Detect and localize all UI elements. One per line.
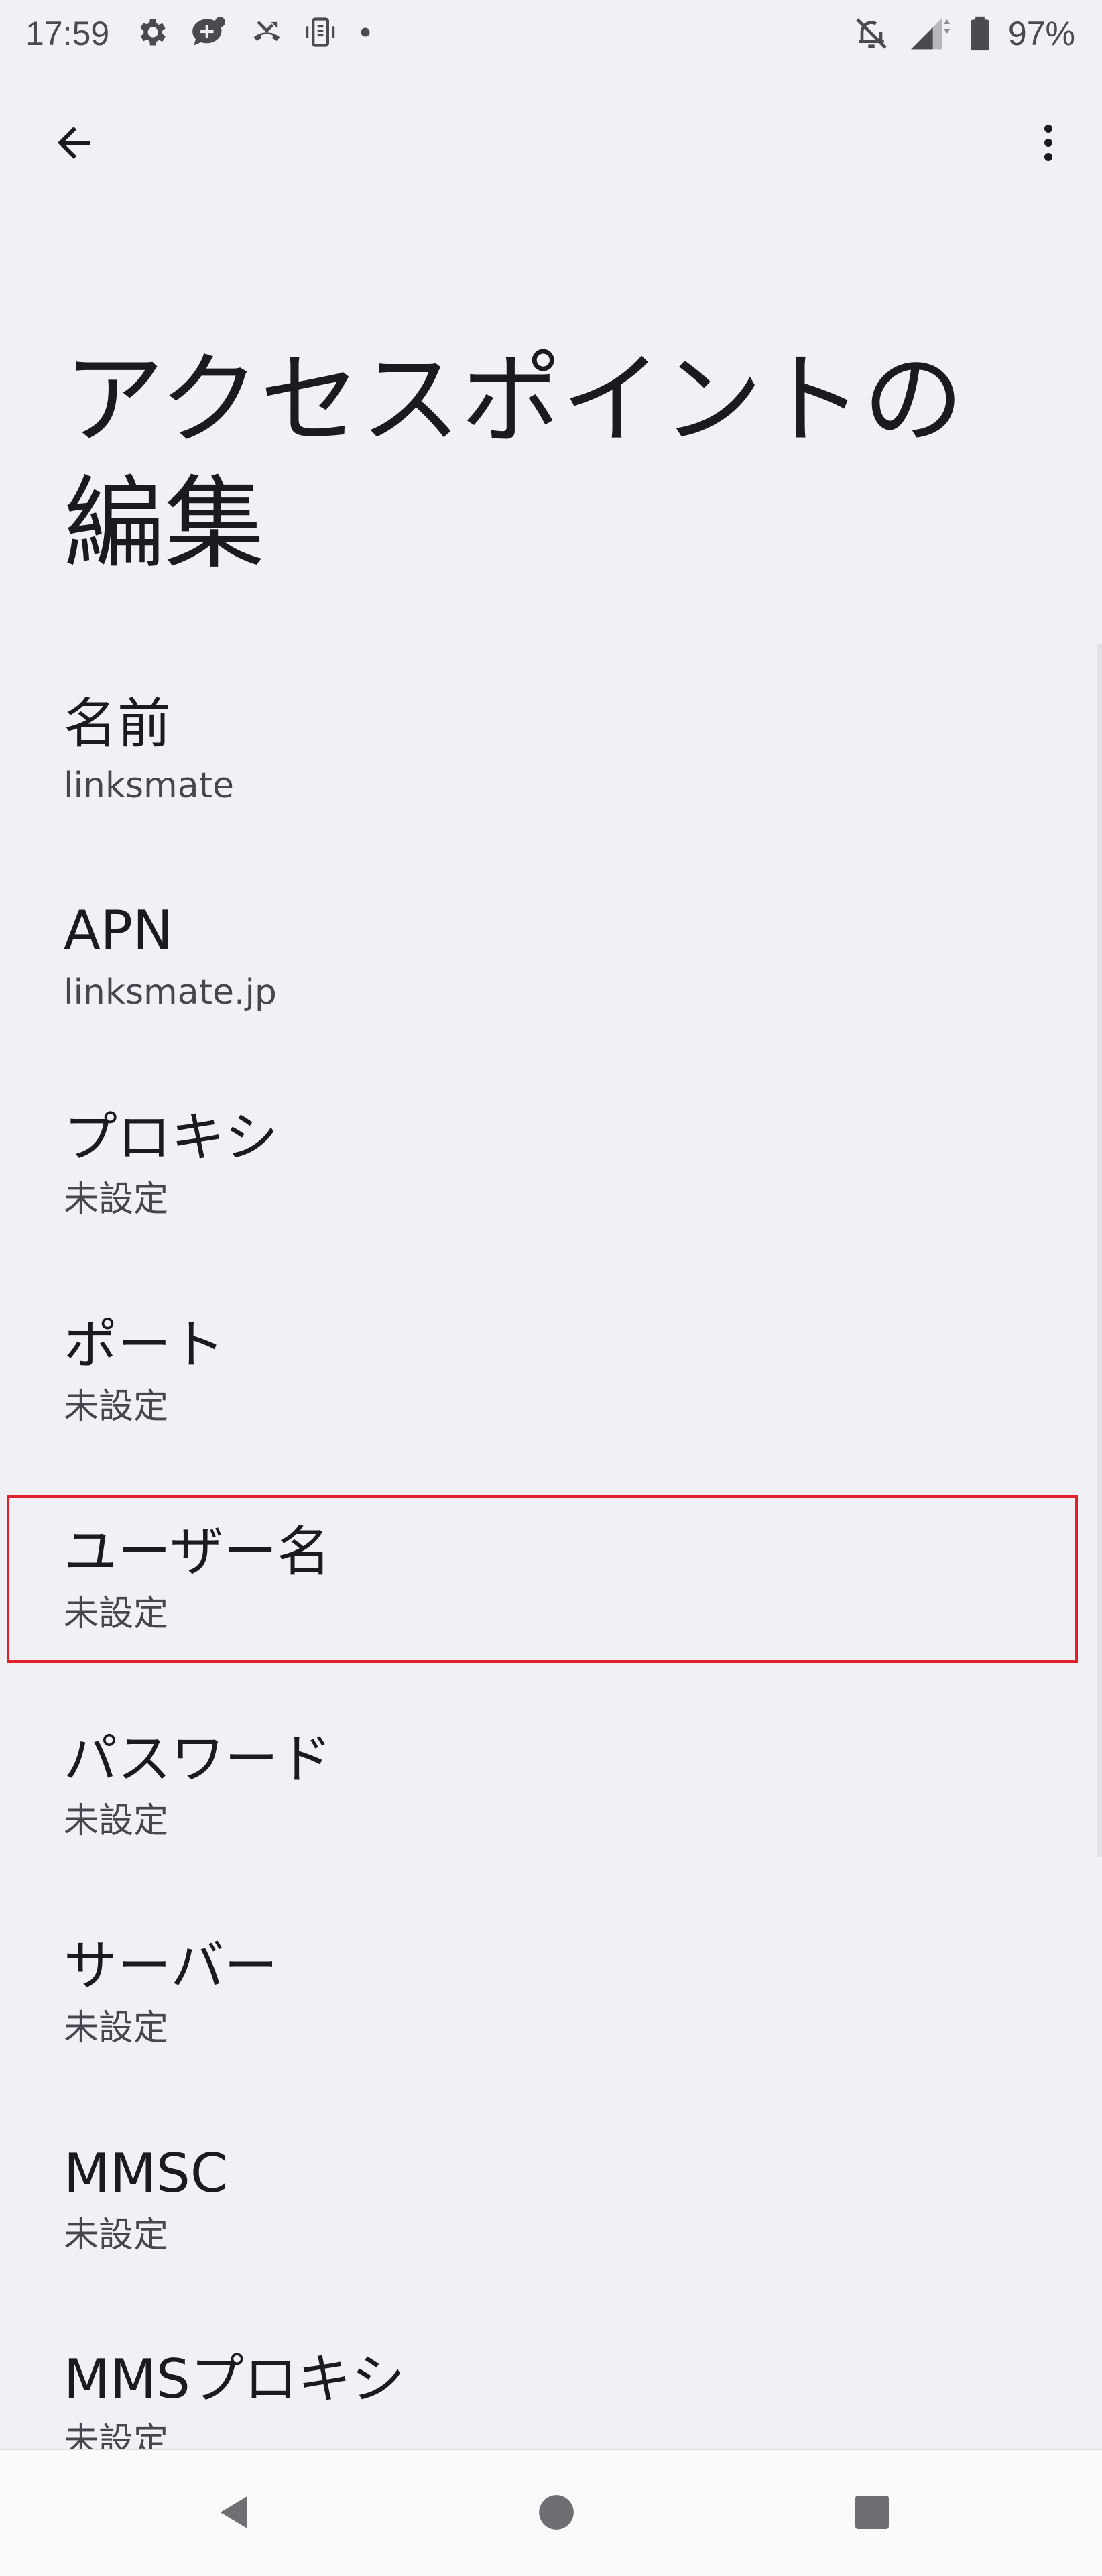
nav-recents-button[interactable]	[835, 2477, 909, 2551]
triangle-back-icon	[213, 2491, 256, 2536]
pref-summary: 未設定	[64, 2215, 169, 2256]
nav-back-button[interactable]	[198, 2477, 271, 2551]
battery-percent: 97%	[1007, 15, 1075, 52]
pref-summary: 未設定	[64, 1594, 169, 1634]
chat-add-icon	[189, 15, 228, 50]
arrow-left-icon	[50, 119, 98, 170]
pref-title: プロキシ	[64, 1106, 278, 1169]
circle-home-icon	[536, 2492, 577, 2536]
pref-item-mmsc[interactable]: MMSC 未設定	[0, 2120, 1102, 2321]
nav-home-button[interactable]	[519, 2477, 593, 2551]
pref-item-apn[interactable]: APN linksmate.jp	[0, 877, 1102, 1078]
back-button[interactable]	[40, 111, 107, 178]
gear-icon	[134, 15, 169, 50]
pref-title: APN	[64, 899, 173, 961]
pref-summary: 未設定	[64, 2008, 169, 2048]
pref-title: MMSプロキシ	[64, 2348, 405, 2410]
navigation-bar	[0, 2449, 1102, 2576]
status-bar: 17:59 97%	[0, 0, 1102, 67]
pref-summary: 未設定	[64, 1387, 169, 1427]
status-time: 17:59	[25, 15, 110, 52]
more-vert-icon	[1024, 119, 1073, 170]
battery-icon	[969, 15, 991, 52]
top-app-bar	[0, 87, 1102, 188]
pref-title: サーバー	[64, 1935, 278, 1997]
missed-call-icon	[248, 15, 286, 50]
square-recents-icon	[852, 2492, 892, 2535]
signal-icon	[908, 15, 952, 52]
pref-item-password[interactable]: パスワード 未設定	[0, 1706, 1102, 1907]
pref-title: パスワード	[64, 1728, 332, 1790]
pref-item-server[interactable]: サーバー 未設定	[0, 1913, 1102, 2114]
pref-item-proxy[interactable]: プロキシ 未設定	[0, 1084, 1102, 1285]
pref-summary: linksmate.jp	[64, 972, 277, 1012]
pref-item-port[interactable]: ポート 未設定	[0, 1291, 1102, 1492]
pref-item-name[interactable]: 名前 linksmate	[0, 670, 1102, 872]
pref-summary: 未設定	[64, 1179, 169, 1220]
pref-title: ポート	[64, 1313, 225, 1376]
bell-off-icon	[853, 15, 890, 52]
more-options-button[interactable]	[1015, 111, 1082, 178]
dot-icon	[355, 15, 375, 50]
vibrate-icon	[306, 15, 335, 50]
pref-title: ユーザー名	[64, 1521, 331, 1583]
pref-summary: 未設定	[64, 1801, 169, 1841]
page-title: アクセスポイントの編集	[64, 342, 964, 583]
status-icons-right: 97%	[853, 12, 1075, 55]
status-icons-left	[134, 15, 375, 50]
pref-summary: linksmate	[64, 766, 234, 806]
pref-title: MMSC	[64, 2142, 228, 2205]
pref-item-username[interactable]: ユーザー名 未設定	[0, 1499, 1102, 1700]
pref-title: 名前	[64, 693, 171, 755]
